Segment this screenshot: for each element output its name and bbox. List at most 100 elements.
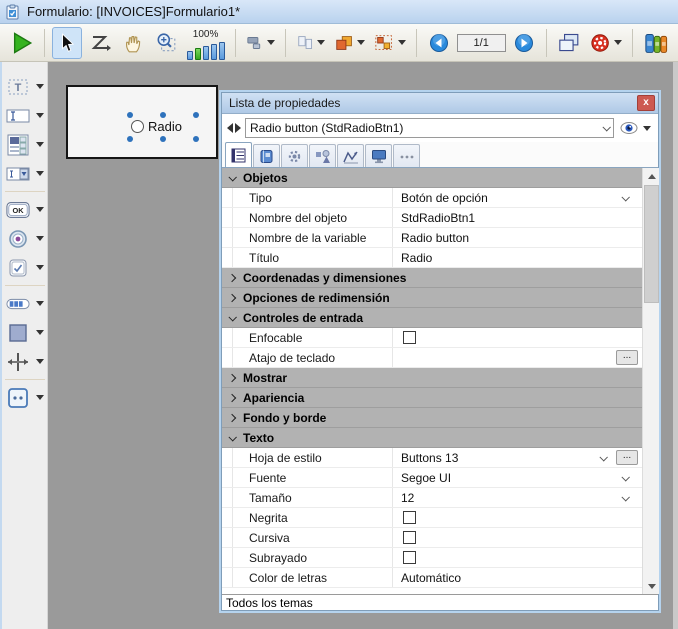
prop-value-dropdown[interactable]: 12	[393, 488, 642, 507]
ellipsis-button[interactable]: ...	[616, 350, 638, 365]
prop-value-field[interactable]: StdRadioBtn1	[393, 208, 642, 227]
form-clipboard-icon	[5, 4, 21, 20]
dropdown-arrow-icon[interactable]	[36, 113, 44, 118]
selection-group-menu-button[interactable]	[371, 27, 408, 59]
checkbox[interactable]	[403, 511, 416, 524]
dropdown-arrow-icon[interactable]	[36, 359, 44, 364]
settings-menu-button[interactable]	[587, 27, 624, 59]
tab-more[interactable]	[393, 144, 420, 167]
selection-handle[interactable]	[127, 136, 133, 142]
prop-value-dropdown[interactable]: Segoe UI	[393, 468, 642, 487]
prop-row-fuente: Fuente Segoe UI	[221, 468, 642, 488]
scrollbar-thumb[interactable]	[644, 185, 659, 303]
chevron-down-icon[interactable]	[621, 473, 629, 481]
visibility-menu-button[interactable]	[618, 121, 653, 135]
dropdown-arrow-icon[interactable]	[36, 301, 44, 306]
dropdown-arrow-icon[interactable]	[36, 84, 44, 89]
selection-handle[interactable]	[127, 112, 133, 118]
tab-order-tool-button[interactable]	[85, 27, 115, 59]
tab-objects[interactable]	[309, 144, 336, 167]
dropdown-arrow-icon	[398, 40, 406, 45]
next-object-button[interactable]	[235, 123, 241, 133]
radio-button-tool[interactable]	[3, 224, 47, 253]
size-menu-button[interactable]	[293, 27, 328, 59]
dropdown-arrow-icon[interactable]	[36, 207, 44, 212]
dropdown-arrow-icon[interactable]	[36, 171, 44, 176]
dropdown-arrow-icon[interactable]	[36, 265, 44, 270]
splitter-tool[interactable]	[3, 347, 47, 376]
cascade-windows-button[interactable]	[554, 27, 585, 59]
selection-handle[interactable]	[160, 136, 166, 142]
tab-events-curve[interactable]	[337, 144, 364, 167]
vertical-scrollbar[interactable]	[642, 168, 659, 594]
section-apariencia[interactable]: Apariencia	[221, 388, 642, 408]
next-page-button[interactable]	[509, 27, 539, 59]
edit-box-tool[interactable]	[3, 101, 47, 130]
tab-settings[interactable]	[281, 144, 308, 167]
group-box-tool[interactable]	[3, 383, 47, 412]
close-button[interactable]: x	[637, 95, 655, 111]
label-tool[interactable]: T	[3, 72, 47, 101]
prop-value-field[interactable]: Radio	[393, 248, 642, 267]
bring-to-front-menu-button[interactable]	[331, 27, 368, 59]
row-gutter	[221, 348, 233, 367]
main-toolbar: 100%	[0, 24, 678, 62]
window-titlebar[interactable]: Formulario: [INVOICES]Formulario1*	[0, 0, 678, 24]
list-box-tool[interactable]	[3, 130, 47, 159]
section-objetos[interactable]: Objetos	[221, 168, 642, 188]
progress-bar-tool[interactable]	[3, 289, 47, 318]
properties-panel-titlebar[interactable]: Lista de propiedades x	[221, 92, 659, 114]
prev-object-button[interactable]	[227, 123, 233, 133]
section-fondo-borde[interactable]: Fondo y borde	[221, 408, 642, 428]
prev-page-button[interactable]	[424, 27, 454, 59]
pan-tool-button[interactable]	[118, 27, 148, 59]
section-opciones-redimension[interactable]: Opciones de redimensión	[221, 288, 642, 308]
radio-button-widget[interactable]: Radio	[130, 115, 196, 139]
section-texto[interactable]: Texto	[221, 428, 642, 448]
radio-widget-label: Radio	[148, 119, 182, 134]
zoom-tool-button[interactable]	[151, 27, 181, 59]
chevron-down-icon[interactable]	[621, 193, 629, 201]
prop-value-field[interactable]: ...	[393, 348, 642, 367]
dropdown-arrow-icon[interactable]	[36, 395, 44, 400]
align-menu-button[interactable]	[243, 27, 278, 59]
push-button-tool[interactable]: OK	[3, 195, 47, 224]
prop-row-color-letras: Color de letras Automático	[221, 568, 642, 588]
selection-handle[interactable]	[193, 136, 199, 142]
checkbox[interactable]	[403, 531, 416, 544]
select-tool-button[interactable]	[52, 27, 82, 59]
scroll-up-button[interactable]	[643, 168, 660, 184]
prop-value-field[interactable]: Automático	[393, 568, 642, 587]
tab-properties-list[interactable]	[225, 142, 252, 167]
prop-label: Tipo	[233, 188, 393, 207]
dropdown-arrow-icon[interactable]	[36, 330, 44, 335]
chevron-down-icon[interactable]	[599, 453, 607, 461]
section-controles-entrada[interactable]: Controles de entrada	[221, 308, 642, 328]
form-design-canvas[interactable]: Radio	[66, 85, 218, 159]
prop-value-dropdown[interactable]: Botón de opción	[393, 188, 642, 207]
panel-tool[interactable]	[3, 318, 47, 347]
run-form-button[interactable]	[6, 27, 37, 59]
selection-handle[interactable]	[160, 112, 166, 118]
scroll-down-button[interactable]	[643, 578, 660, 594]
dropdown-arrow-icon[interactable]	[36, 142, 44, 147]
ellipsis-button[interactable]: ...	[616, 450, 638, 465]
tab-display[interactable]	[365, 144, 392, 167]
check-box-tool[interactable]	[3, 253, 47, 282]
section-coordenadas[interactable]: Coordenadas y dimensiones	[221, 268, 642, 288]
properties-panel: Lista de propiedades x Radio button (Std…	[219, 90, 661, 613]
combo-box-tool[interactable]	[3, 159, 47, 188]
selection-handle[interactable]	[193, 112, 199, 118]
zoom-level-widget[interactable]: 100%	[184, 26, 228, 60]
section-mostrar[interactable]: Mostrar	[221, 368, 642, 388]
checkbox[interactable]	[403, 331, 416, 344]
dropdown-arrow-icon[interactable]	[36, 236, 44, 241]
prop-value-field[interactable]: Radio button	[393, 228, 642, 247]
help-books-button[interactable]	[640, 27, 672, 59]
object-selector-combo[interactable]: Radio button (StdRadioBtn1)	[245, 118, 614, 138]
section-label: Apariencia	[243, 391, 304, 405]
checkbox[interactable]	[403, 551, 416, 564]
chevron-down-icon[interactable]	[621, 493, 629, 501]
prop-value-dropdown[interactable]: Buttons 13 ...	[393, 448, 642, 467]
tab-data[interactable]	[253, 144, 280, 167]
